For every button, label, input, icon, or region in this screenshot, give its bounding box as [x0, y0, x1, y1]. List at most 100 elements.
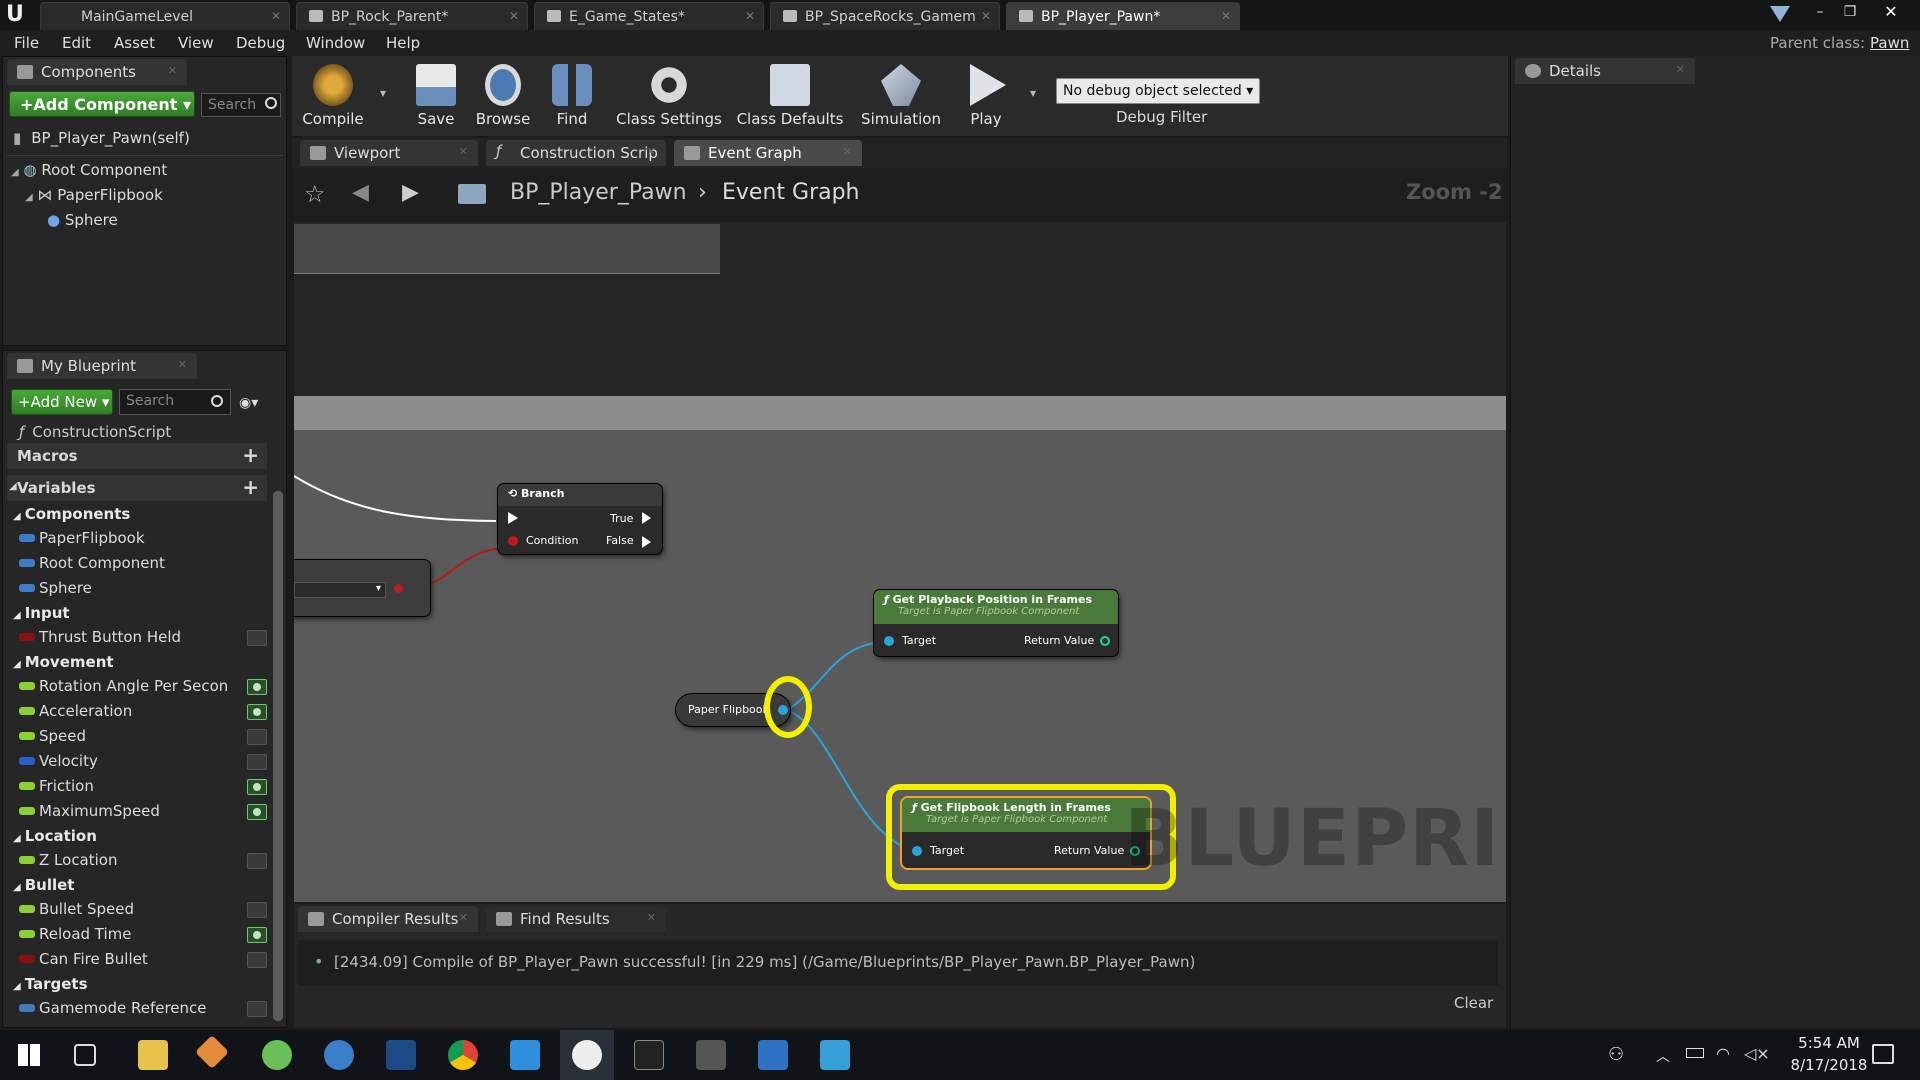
play-button[interactable]: Play	[956, 64, 1016, 128]
people-icon[interactable]: ⚇	[1608, 1044, 1624, 1065]
close-icon[interactable]: ✕	[459, 145, 468, 158]
add-component-button[interactable]: +Add Component ▾	[9, 91, 195, 117]
menu-window[interactable]: Window	[306, 34, 365, 52]
add-icon[interactable]: +	[242, 475, 259, 499]
play-dropdown-icon[interactable]: ▾	[1030, 86, 1036, 100]
category-header[interactable]: ◢ Bullet	[13, 876, 74, 894]
amazon-music-icon[interactable]	[386, 1040, 416, 1070]
tab-viewport[interactable]: Viewport ✕	[300, 140, 478, 166]
tab-find-results[interactable]: Find Results ✕	[486, 906, 666, 932]
windows-start-icon[interactable]	[18, 1044, 40, 1066]
visibility-eye-icon[interactable]	[247, 679, 267, 695]
variable-item[interactable]: Z Location	[19, 851, 118, 869]
get-playback-position-node[interactable]: ƒ Get Playback Position in Frames Target …	[874, 590, 1118, 656]
visibility-eye-icon[interactable]	[247, 1001, 267, 1017]
minimize-button[interactable]: –	[1808, 4, 1832, 24]
app-icon[interactable]	[820, 1040, 850, 1070]
visibility-eye-icon[interactable]	[247, 927, 267, 943]
close-icon[interactable]: ✕	[1221, 9, 1231, 23]
visibility-eye-icon[interactable]	[247, 902, 267, 918]
visibility-eye-icon[interactable]	[247, 630, 267, 646]
visual-studio-code-icon[interactable]	[510, 1040, 540, 1070]
doc-tab-bp-player-pawn[interactable]: BP_Player_Pawn* ✕	[1006, 2, 1240, 30]
menu-help[interactable]: Help	[386, 34, 420, 52]
menu-asset[interactable]: Asset	[114, 34, 155, 52]
doc-tab-bp-spacerocks-gamemode[interactable]: BP_SpaceRocks_Gamem ✕	[770, 2, 1000, 30]
get-flipbook-length-node[interactable]: ƒ Get Flipbook Length in Frames Target is…	[902, 798, 1150, 868]
visibility-eye-icon[interactable]	[247, 729, 267, 745]
scrollbar[interactable]	[273, 491, 283, 1021]
close-icon[interactable]: ✕	[459, 911, 468, 924]
search-icon[interactable]	[211, 395, 223, 407]
tab-components[interactable]: Components ✕	[7, 59, 187, 85]
partial-node[interactable]: ▾	[294, 560, 430, 616]
app-icon[interactable]	[758, 1040, 788, 1070]
variable-item[interactable]: Bullet Speed	[19, 900, 134, 918]
return-value-pin[interactable]	[1100, 636, 1110, 646]
simulation-button[interactable]: Simulation	[856, 64, 946, 128]
bool-out-pin[interactable]	[394, 584, 403, 593]
variable-item[interactable]: Speed	[19, 727, 86, 745]
close-icon[interactable]: ✕	[509, 9, 519, 23]
unreal-logo-icon[interactable]: U	[6, 3, 32, 27]
class-defaults-button[interactable]: Class Defaults	[734, 64, 846, 128]
compile-button[interactable]: Compile	[298, 64, 368, 128]
close-icon[interactable]: ✕	[271, 9, 281, 23]
save-button[interactable]: Save	[406, 64, 466, 128]
close-icon[interactable]: ✕	[168, 64, 177, 77]
chrome-icon[interactable]	[448, 1040, 478, 1070]
variable-item[interactable]: Gamemode Reference	[19, 999, 207, 1017]
volume-mute-icon[interactable]: ◁×	[1744, 1044, 1770, 1063]
exec-false-pin[interactable]	[642, 536, 651, 548]
visibility-eye-icon[interactable]	[247, 704, 267, 720]
visibility-eye-icon[interactable]	[247, 952, 267, 968]
add-icon[interactable]: +	[242, 443, 259, 467]
visibility-eye-icon[interactable]: ◉▾	[239, 395, 258, 411]
close-icon[interactable]: ✕	[178, 358, 187, 371]
visibility-eye-icon[interactable]	[247, 779, 267, 795]
doc-tab-main-game-level[interactable]: MainGameLevel ✕	[40, 2, 290, 30]
branch-node[interactable]: ⟲ Branch True Condition False	[498, 484, 662, 554]
chevron-up-icon[interactable]: ︿	[1656, 1046, 1670, 1066]
debug-object-select[interactable]: No debug object selected ▾	[1056, 78, 1260, 104]
tree-item-sphere[interactable]: ● Sphere	[47, 211, 118, 229]
doc-tab-e-game-states[interactable]: E_Game_States* ✕	[534, 2, 764, 30]
variable-item[interactable]: Rotation Angle Per Secon	[19, 677, 228, 695]
scrollbar-thumb[interactable]	[273, 491, 283, 1021]
close-icon[interactable]: ✕	[1676, 63, 1685, 76]
find-button[interactable]: Find	[542, 64, 602, 128]
close-icon[interactable]: ✕	[647, 911, 656, 924]
class-settings-button[interactable]: Class Settings	[614, 64, 724, 128]
file-explorer-icon[interactable]	[138, 1040, 168, 1070]
search-icon[interactable]	[265, 97, 277, 109]
compile-dropdown-icon[interactable]: ▾	[380, 86, 386, 100]
menu-debug[interactable]: Debug	[236, 34, 285, 52]
task-view-icon[interactable]	[74, 1044, 96, 1066]
tree-item-paperflipbook[interactable]: ◢ ⋈ PaperFlipbook	[25, 186, 163, 204]
graph-canvas[interactable]: ☆ ◀ ▶ BP_Player_Pawn › Event Graph Zoom …	[294, 168, 1506, 902]
clock-time[interactable]: 5:54 AM	[1784, 1034, 1874, 1052]
add-new-button[interactable]: +Add New ▾	[11, 389, 113, 415]
exec-true-pin[interactable]	[642, 512, 651, 524]
clock-date[interactable]: 8/17/2018	[1784, 1056, 1874, 1074]
wifi-icon[interactable]: ◠	[1716, 1044, 1730, 1063]
close-icon[interactable]: ✕	[745, 9, 755, 23]
variable-item[interactable]: Acceleration	[19, 702, 132, 720]
variable-item[interactable]: Sphere	[19, 579, 92, 597]
unreal-engine-icon[interactable]	[572, 1040, 602, 1070]
visibility-eye-icon[interactable]	[247, 804, 267, 820]
category-header[interactable]: ◢ Location	[13, 827, 97, 845]
close-icon[interactable]: ✕	[647, 145, 656, 158]
exec-in-pin[interactable]	[508, 512, 518, 524]
epic-games-icon[interactable]	[634, 1040, 664, 1070]
variable-item[interactable]: PaperFlipbook	[19, 529, 145, 547]
enum-dropdown[interactable]: ▾	[294, 582, 386, 598]
compile-message[interactable]: [2434.09] Compile of BP_Player_Pawn succ…	[334, 953, 1195, 971]
category-header[interactable]: ◢ Input	[13, 604, 70, 622]
construction-script-item[interactable]: ƒ ConstructionScript	[19, 423, 171, 441]
menu-view[interactable]: View	[178, 34, 214, 52]
variable-item[interactable]: Friction	[19, 777, 94, 795]
snipping-tool-icon[interactable]	[262, 1040, 292, 1070]
notifications-icon[interactable]	[1872, 1044, 1894, 1064]
browse-button[interactable]: Browse	[472, 64, 534, 128]
